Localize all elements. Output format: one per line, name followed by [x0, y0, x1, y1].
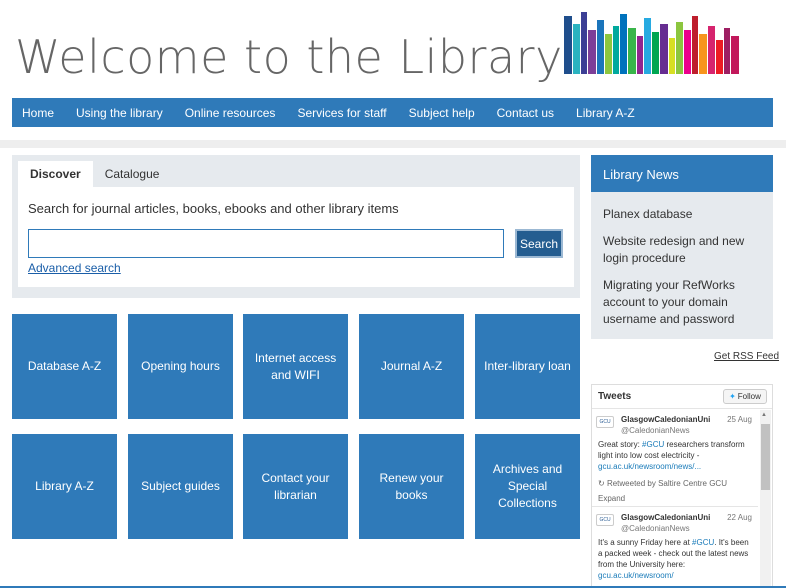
tweet-author-name[interactable]: GlasgowCaledonianUni: [621, 512, 710, 523]
tweet-link[interactable]: gcu.ac.uk/newsroom/: [598, 571, 674, 580]
search-panel: Discover Catalogue Search for journal ar…: [12, 155, 580, 298]
library-logo-icon: [564, 12, 739, 74]
advanced-search-link[interactable]: Advanced search: [28, 261, 121, 275]
tweets-scrollbar[interactable]: ▲: [760, 410, 771, 587]
tile-archives-special-collections[interactable]: Archives and Special Collections: [475, 434, 580, 539]
tweet-author-name[interactable]: GlasgowCaledonianUni: [621, 414, 710, 425]
tweets-widget: Tweets ✦ Follow GCU GlasgowCaledonianUni…: [591, 384, 773, 588]
avatar[interactable]: GCU: [596, 514, 614, 526]
tab-catalogue[interactable]: Catalogue: [93, 161, 172, 187]
news-title: Library News: [591, 155, 773, 192]
retweet-icon: ↻: [598, 479, 605, 488]
tile-renew-your-books[interactable]: Renew your books: [359, 434, 464, 539]
nav-online-resources[interactable]: Online resources: [185, 106, 276, 120]
search-tabs: Discover Catalogue: [18, 161, 171, 187]
news-item[interactable]: Planex database: [603, 206, 768, 223]
nav-library-a-z[interactable]: Library A-Z: [576, 106, 635, 120]
library-news-panel: Library News Planex database Website red…: [591, 155, 773, 339]
scroll-up-icon[interactable]: ▲: [761, 412, 767, 418]
tweets-header: Tweets ✦ Follow: [592, 385, 772, 409]
header-divider: [0, 140, 786, 148]
tab-discover[interactable]: Discover: [18, 161, 93, 187]
tile-contact-your-librarian[interactable]: Contact your librarian: [243, 434, 348, 539]
tweet-expand-link[interactable]: Expand: [598, 493, 625, 504]
search-description: Search for journal articles, books, eboo…: [28, 201, 399, 216]
tweet-item: GCU GlasgowCaledonianUni 22 Aug @Caledon…: [596, 512, 758, 587]
retweet-note: ↻ Retweeted by Saltire Centre GCU: [598, 479, 727, 488]
search-input[interactable]: [28, 229, 504, 258]
tweet-date[interactable]: 25 Aug: [727, 414, 752, 425]
follow-button[interactable]: ✦ Follow: [723, 389, 767, 404]
tile-database-a-z[interactable]: Database A-Z: [12, 314, 117, 419]
tile-opening-hours[interactable]: Opening hours: [128, 314, 233, 419]
tile-internet-access[interactable]: Internet access and WIFI: [243, 314, 348, 419]
nav-services-for-staff[interactable]: Services for staff: [297, 106, 386, 120]
tile-journal-a-z[interactable]: Journal A-Z: [359, 314, 464, 419]
scrollbar-thumb[interactable]: [761, 424, 770, 490]
tweet-author-handle: @CaledonianNews: [621, 426, 690, 435]
tweet-hashtag[interactable]: #GCU: [692, 538, 714, 547]
news-item[interactable]: Website redesign and new login procedure: [603, 233, 768, 267]
tweet-divider: [592, 506, 758, 507]
avatar[interactable]: GCU: [596, 416, 614, 428]
nav-home[interactable]: Home: [22, 106, 54, 120]
follow-label: Follow: [737, 392, 761, 401]
page-title: Welcome to the Library: [15, 30, 563, 84]
tweet-text: Great story: #GCU researchers transform …: [598, 440, 745, 471]
tweet-text: It's a sunny Friday here at #GCU. It's b…: [598, 538, 749, 580]
tile-library-a-z[interactable]: Library A-Z: [12, 434, 117, 539]
tile-subject-guides[interactable]: Subject guides: [128, 434, 233, 539]
nav-using-the-library[interactable]: Using the library: [76, 106, 163, 120]
main-navigation: Home Using the library Online resources …: [12, 98, 773, 127]
site-header: Welcome to the Library Home Using the li…: [0, 0, 786, 140]
rss-feed-link[interactable]: Get RSS Feed: [714, 351, 779, 362]
news-item[interactable]: Migrating your RefWorks account to your …: [603, 277, 768, 328]
tweet-link[interactable]: gcu.ac.uk/newsroom/news/...: [598, 462, 701, 471]
tweet-item: GCU GlasgowCaledonianUni 25 Aug @Caledon…: [596, 414, 758, 504]
search-box: Search for journal articles, books, eboo…: [18, 187, 574, 287]
tile-inter-library-loan[interactable]: Inter-library loan: [475, 314, 580, 419]
nav-contact-us[interactable]: Contact us: [497, 106, 554, 120]
twitter-bird-icon: ✦: [729, 392, 736, 401]
tweets-title: Tweets: [598, 391, 632, 402]
tweet-date[interactable]: 22 Aug: [727, 512, 752, 523]
nav-subject-help[interactable]: Subject help: [409, 106, 475, 120]
search-button[interactable]: Search: [515, 229, 563, 258]
tweet-author-handle: @CaledonianNews: [621, 524, 690, 533]
tweet-hashtag[interactable]: #GCU: [642, 440, 664, 449]
